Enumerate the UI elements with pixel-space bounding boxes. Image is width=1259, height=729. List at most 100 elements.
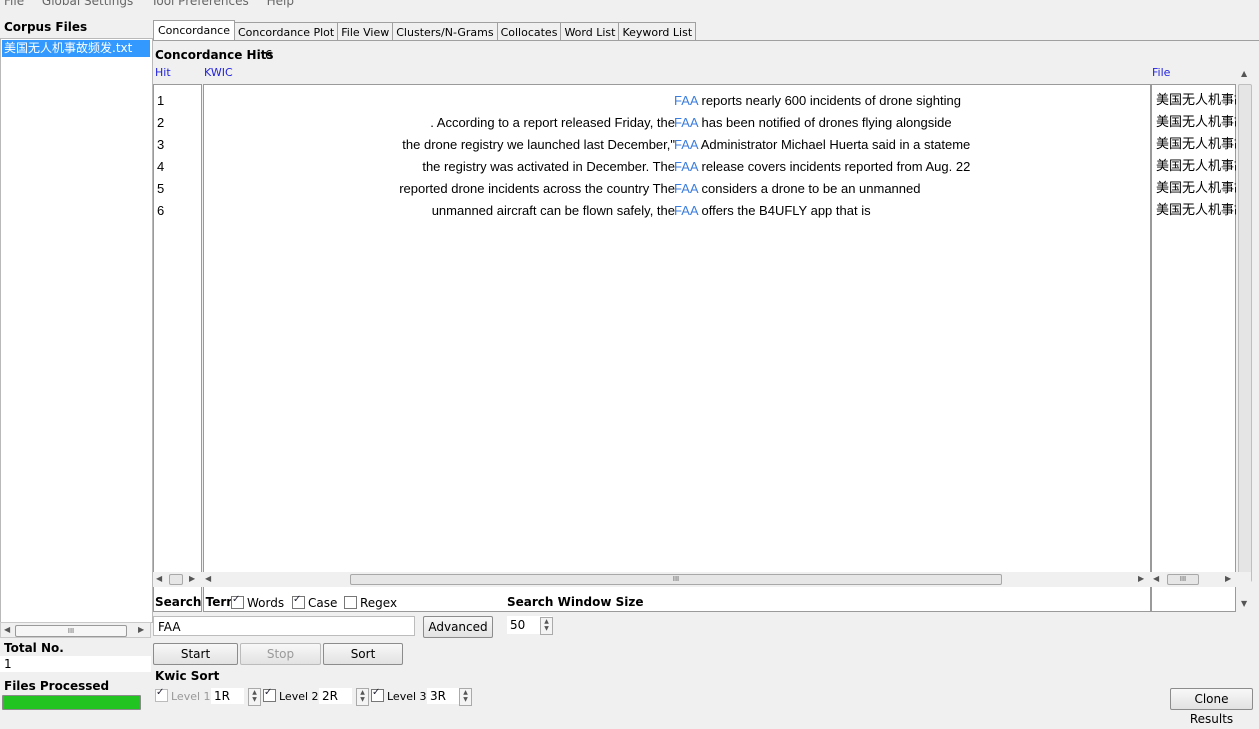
- hit-number[interactable]: 4: [157, 156, 164, 178]
- hit-column[interactable]: 1 2 3 4 5 6: [153, 84, 202, 612]
- menu-tool-preferences[interactable]: Tool Preferences: [151, 0, 249, 8]
- scroll-up-icon[interactable]: ▲: [1241, 69, 1247, 78]
- scroll-left-icon[interactable]: ◀: [156, 574, 162, 583]
- kwic-line[interactable]: FAA Administrator Michael Huerta said in…: [674, 134, 970, 156]
- file-cell[interactable]: 美国无人机事故频发.txt: [1156, 156, 1236, 178]
- kwic-line[interactable]: FAA considers a drone to be an unmanned: [674, 178, 920, 200]
- kwic-line[interactable]: FAA offers the B4UFLY app that is: [674, 200, 871, 222]
- tab-word-list[interactable]: Word List: [560, 22, 620, 42]
- level2-checkbox[interactable]: [263, 687, 276, 702]
- tab-file-view[interactable]: File View: [337, 22, 394, 42]
- corpus-file-list[interactable]: 美国无人机事故频发.txt: [0, 38, 153, 623]
- scroll-left-icon[interactable]: ◀: [1153, 574, 1159, 583]
- sort-button[interactable]: Sort: [323, 643, 403, 665]
- corpus-files-label: Corpus Files: [4, 20, 88, 34]
- scrollbar-thumb[interactable]: III: [1167, 574, 1199, 585]
- hit-number[interactable]: 6: [157, 200, 164, 222]
- kwic-right-context[interactable]: release covers incidents reported from A…: [701, 159, 970, 174]
- kwic-right-context[interactable]: considers a drone to be an unmanned: [701, 181, 920, 196]
- scrollbar-thumb[interactable]: [169, 574, 183, 585]
- kwic-left-context[interactable]: unmanned aircraft can be flown safely, t…: [432, 200, 675, 222]
- results-vertical-scrollbar[interactable]: ▲ ▼: [1236, 66, 1253, 612]
- level1-input[interactable]: 1R: [211, 688, 244, 704]
- level1-checkbox[interactable]: [155, 687, 168, 702]
- tab-concordance-plot[interactable]: Concordance Plot: [234, 22, 339, 42]
- words-checkbox[interactable]: [231, 594, 244, 609]
- level1-spinner[interactable]: ▲ ▼: [248, 688, 261, 706]
- file-cell[interactable]: 美国无人机事故频发.txt: [1156, 112, 1236, 134]
- hit-number[interactable]: 3: [157, 134, 164, 156]
- kwic-sort-level-3[interactable]: Level 3: [371, 687, 427, 703]
- kwic-sort-level-1[interactable]: Level 1: [155, 687, 211, 703]
- regex-option[interactable]: Regex: [344, 596, 397, 610]
- kwic-left-context[interactable]: . According to a report released Friday,…: [430, 112, 675, 134]
- case-option[interactable]: Case: [292, 594, 337, 610]
- hit-number[interactable]: 2: [157, 112, 164, 134]
- corpus-file-item[interactable]: 美国无人机事故频发.txt: [2, 40, 150, 57]
- kwic-right-context[interactable]: has been notified of drones flying along…: [701, 115, 951, 130]
- clone-results-button[interactable]: Clone Results: [1170, 688, 1253, 726]
- tab-keyword-list[interactable]: Keyword List: [618, 22, 697, 42]
- kwic-keyword[interactable]: FAA: [674, 115, 698, 130]
- hit-number[interactable]: 5: [157, 178, 164, 200]
- kwic-sort-level-2[interactable]: Level 2: [263, 687, 319, 703]
- file-cell[interactable]: 美国无人机事故频发.txt: [1156, 178, 1236, 200]
- file-column-header[interactable]: File: [1152, 66, 1170, 79]
- file-cell[interactable]: 美国无人机事故频发.txt: [1156, 90, 1236, 112]
- tab-collocates[interactable]: Collocates: [496, 22, 562, 42]
- scroll-left-icon[interactable]: ◀: [4, 625, 10, 634]
- case-checkbox[interactable]: [292, 594, 305, 609]
- file-column-scrollbar[interactable]: ◀ III ▶: [1151, 572, 1251, 587]
- scroll-down-icon[interactable]: ▼: [1241, 599, 1247, 608]
- search-term-input[interactable]: FAA: [153, 616, 415, 636]
- kwic-column-scrollbar[interactable]: ◀ III ▶: [203, 572, 1151, 587]
- words-option[interactable]: Words: [231, 594, 284, 610]
- scroll-right-icon[interactable]: ▶: [189, 574, 195, 583]
- file-cell[interactable]: 美国无人机事故频发.txt: [1156, 200, 1236, 222]
- scrollbar-thumb[interactable]: III: [15, 625, 127, 637]
- kwic-right-context[interactable]: offers the B4UFLY app that is: [701, 203, 870, 218]
- hit-column-header[interactable]: Hit: [155, 66, 171, 79]
- scroll-right-icon[interactable]: ▶: [1138, 574, 1144, 583]
- kwic-column[interactable]: FAA reports nearly 600 incidents of dron…: [203, 84, 1151, 612]
- kwic-right-context[interactable]: Administrator Michael Huerta said in a s…: [701, 137, 971, 152]
- menu-global-settings[interactable]: Global Settings: [42, 0, 133, 8]
- vertical-scrollbar-thumb[interactable]: [1238, 84, 1252, 582]
- kwic-right-context[interactable]: reports nearly 600 incidents of drone si…: [701, 93, 960, 108]
- kwic-line[interactable]: FAA has been notified of drones flying a…: [674, 112, 952, 134]
- kwic-line[interactable]: FAA release covers incidents reported fr…: [674, 156, 970, 178]
- level3-checkbox[interactable]: [371, 687, 384, 702]
- kwic-left-context[interactable]: the drone registry we launched last Dece…: [402, 134, 675, 156]
- menu-file[interactable]: File: [4, 0, 24, 8]
- level2-spinner[interactable]: ▲ ▼: [356, 688, 369, 706]
- level3-spinner[interactable]: ▲ ▼: [459, 688, 472, 706]
- advanced-button[interactable]: Advanced: [423, 616, 493, 638]
- level3-input[interactable]: 3R: [427, 688, 460, 704]
- kwic-left-context[interactable]: reported drone incidents across the coun…: [399, 178, 675, 200]
- stop-button[interactable]: Stop: [240, 643, 321, 665]
- kwic-keyword[interactable]: FAA: [674, 181, 698, 196]
- kwic-line[interactable]: FAA reports nearly 600 incidents of dron…: [674, 90, 961, 112]
- kwic-column-header[interactable]: KWIC: [204, 66, 233, 79]
- file-column[interactable]: 美国无人机事故频发.txt 美国无人机事故频发.txt 美国无人机事故频发.tx…: [1151, 84, 1236, 612]
- scroll-right-icon[interactable]: ▶: [138, 625, 144, 634]
- scrollbar-thumb[interactable]: III: [350, 574, 1002, 585]
- hit-column-scrollbar[interactable]: ◀ ▶: [153, 572, 202, 587]
- hit-number[interactable]: 1: [157, 90, 164, 112]
- scroll-left-icon[interactable]: ◀: [205, 574, 211, 583]
- window-size-spinner[interactable]: ▲ ▼: [540, 617, 553, 635]
- kwic-keyword[interactable]: FAA: [674, 93, 698, 108]
- tab-concordance[interactable]: Concordance: [153, 20, 235, 42]
- kwic-keyword[interactable]: FAA: [674, 203, 698, 218]
- start-button[interactable]: Start: [153, 643, 238, 665]
- kwic-keyword[interactable]: FAA: [674, 159, 698, 174]
- regex-checkbox[interactable]: [344, 596, 357, 609]
- level2-input[interactable]: 2R: [319, 688, 352, 704]
- file-cell[interactable]: 美国无人机事故频发.txt: [1156, 134, 1236, 156]
- kwic-left-context[interactable]: the registry was activated in December. …: [422, 156, 675, 178]
- corpus-list-scrollbar[interactable]: ◀ III ▶: [0, 622, 151, 638]
- tab-clusters-ngrams[interactable]: Clusters/N-Grams: [392, 22, 498, 42]
- kwic-keyword[interactable]: FAA: [674, 137, 698, 152]
- scroll-right-icon[interactable]: ▶: [1225, 574, 1231, 583]
- menu-help[interactable]: Help: [267, 0, 294, 8]
